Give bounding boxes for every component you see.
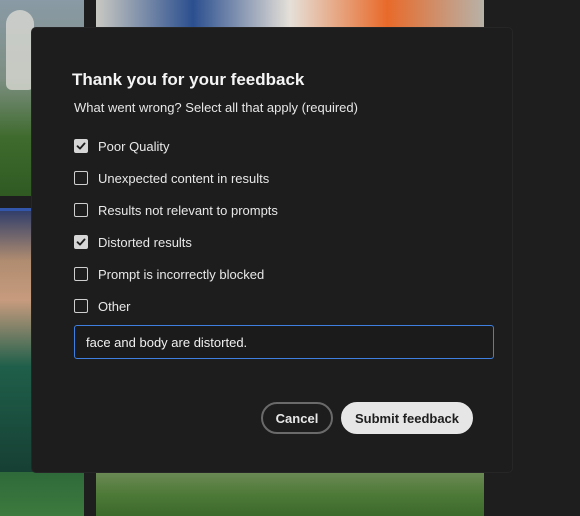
option-unexpected-content[interactable]: Unexpected content in results <box>74 162 278 194</box>
cancel-button[interactable]: Cancel <box>261 402 333 434</box>
option-label: Results not relevant to prompts <box>98 202 278 218</box>
background-image-tile <box>96 472 484 516</box>
checkbox[interactable] <box>74 203 88 217</box>
submit-feedback-button[interactable]: Submit feedback <box>341 402 473 434</box>
feedback-text-input[interactable] <box>74 325 494 359</box>
option-poor-quality[interactable]: Poor Quality <box>74 130 278 162</box>
checkbox[interactable] <box>74 235 88 249</box>
option-label: Poor Quality <box>98 138 170 154</box>
option-label: Prompt is incorrectly blocked <box>98 266 265 282</box>
option-other[interactable]: Other <box>74 290 278 322</box>
feedback-dialog: Thank you for your feedback What went wr… <box>32 28 512 472</box>
option-label: Distorted results <box>98 234 192 250</box>
checkbox[interactable] <box>74 139 88 153</box>
feedback-options: Poor Quality Unexpected content in resul… <box>74 130 278 322</box>
checkmark-icon <box>76 142 86 150</box>
option-label: Other <box>98 298 131 314</box>
option-label: Unexpected content in results <box>98 170 270 186</box>
checkbox[interactable] <box>74 299 88 313</box>
option-distorted-results[interactable]: Distorted results <box>74 226 278 258</box>
dialog-title: Thank you for your feedback <box>72 70 305 89</box>
checkbox[interactable] <box>74 171 88 185</box>
background-image-tile <box>96 0 484 28</box>
dialog-subtitle: What went wrong? Select all that apply (… <box>74 100 358 115</box>
checkbox[interactable] <box>74 267 88 281</box>
option-not-relevant[interactable]: Results not relevant to prompts <box>74 194 278 226</box>
checkmark-icon <box>76 238 86 246</box>
background-image-tile <box>0 472 84 516</box>
option-prompt-blocked[interactable]: Prompt is incorrectly blocked <box>74 258 278 290</box>
